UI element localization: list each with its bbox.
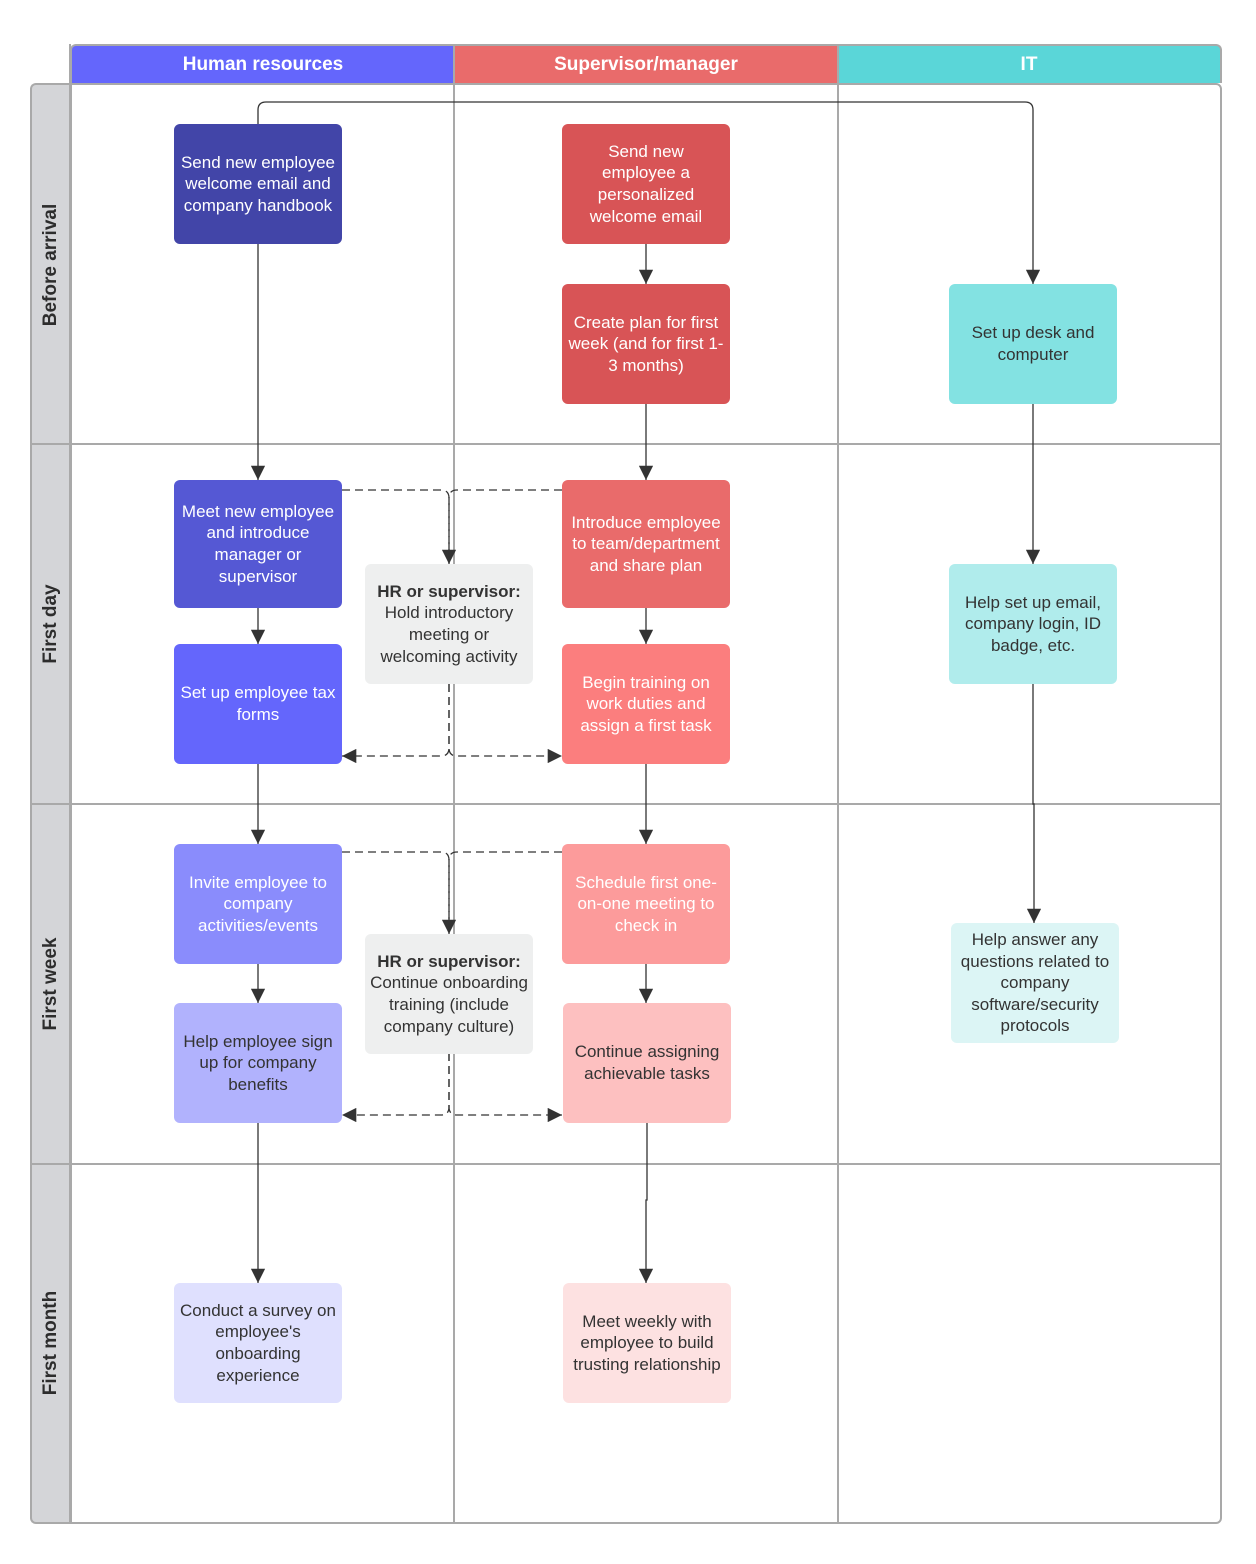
node-text: Introduce employee to team/department an… (571, 512, 721, 575)
node-text: Schedule first one-on-one meeting to che… (575, 872, 717, 935)
node-hr-benefits[interactable]: Help employee sign up for company benefi… (174, 1003, 342, 1123)
connector-dashed-onboarding-to-tasks (448, 1053, 562, 1123)
node-hr-survey[interactable]: Conduct a survey on employee's onboardin… (174, 1283, 342, 1403)
node-it-email-login[interactable]: Help set up email, company login, ID bad… (949, 564, 1117, 684)
connector-dashed-hr-to-onboarding (342, 851, 457, 934)
node-text: Help employee sign up for company benefi… (183, 1031, 333, 1094)
node-hr-meet-introduce[interactable]: Meet new employee and introduce manager … (174, 480, 342, 608)
node-it-answer-questions[interactable]: Help answer any questions related to com… (951, 923, 1119, 1043)
node-text: Set up desk and computer (971, 323, 1095, 364)
node-text: Conduct a survey on employee's onboardin… (180, 1300, 336, 1385)
connector-mgr-tasks-to-weekly (638, 1123, 654, 1283)
node-text: HR or supervisor: Hold introductory meeti… (369, 581, 529, 667)
node-text: Meet weekly with employee to build trust… (573, 1311, 721, 1374)
node-mgr-personal-email[interactable]: Send new employee a personalized welcome… (562, 124, 730, 244)
node-text: Begin training on work duties and assign… (580, 672, 712, 735)
node-text-body: Hold introductory meeting or welcoming a… (380, 603, 518, 666)
node-mgr-begin-training[interactable]: Begin training on work duties and assign… (562, 644, 730, 764)
node-role-label: HR or supervisor: (377, 951, 521, 971)
node-mgr-introduce-team[interactable]: Introduce employee to team/department an… (562, 480, 730, 608)
node-mgr-schedule-1on1[interactable]: Schedule first one-on-one meeting to che… (562, 844, 730, 964)
node-role-label: HR or supervisor: (377, 581, 521, 601)
connector-dashed-mgr-to-intro (448, 489, 562, 564)
connector-it-email-to-questions (1026, 684, 1042, 923)
node-text: Send new employee a personalized welcome… (589, 141, 703, 226)
node-shared-intro-meeting[interactable]: HR or supervisor: Hold introductory meeti… (365, 564, 533, 684)
node-hr-welcome-email[interactable]: Send new employee welcome email and comp… (174, 124, 342, 244)
node-text: Meet new employee and introduce manager … (181, 501, 335, 586)
node-mgr-meet-weekly[interactable]: Meet weekly with employee to build trust… (563, 1283, 731, 1403)
node-hr-invite-events[interactable]: Invite employee to company activities/ev… (174, 844, 342, 964)
connector-dashed-intro-to-training (448, 684, 562, 764)
node-text: Set up employee tax forms (180, 683, 336, 724)
node-text: Invite employee to company activities/ev… (189, 872, 327, 935)
node-text: Create plan for first week (and for firs… (568, 312, 724, 375)
node-text-body: Continue onboarding training (include co… (370, 973, 528, 1036)
node-shared-onboarding-training[interactable]: HR or supervisor: Continue onboarding tra… (365, 934, 533, 1054)
connector-dashed-onboarding-to-benefits (342, 1053, 450, 1123)
node-text: HR or supervisor: Continue onboarding tra… (369, 951, 529, 1037)
node-text: Continue assigning achievable tasks (574, 1042, 720, 1083)
node-it-desk-computer[interactable]: Set up desk and computer (949, 284, 1117, 404)
node-text: Send new employee welcome email and comp… (180, 152, 336, 215)
connector-dashed-intro-to-tax (342, 684, 450, 764)
node-text: Help answer any questions related to com… (960, 930, 1110, 1036)
node-mgr-continue-tasks[interactable]: Continue assigning achievable tasks (563, 1003, 731, 1123)
node-hr-tax-forms[interactable]: Set up employee tax forms (174, 644, 342, 764)
connector-dashed-hr-to-intro (342, 489, 457, 564)
connector-dashed-mgr-to-onboarding (448, 851, 562, 934)
node-text: Help set up email, company login, ID bad… (964, 592, 1102, 655)
node-mgr-create-plan[interactable]: Create plan for first week (and for firs… (562, 284, 730, 404)
